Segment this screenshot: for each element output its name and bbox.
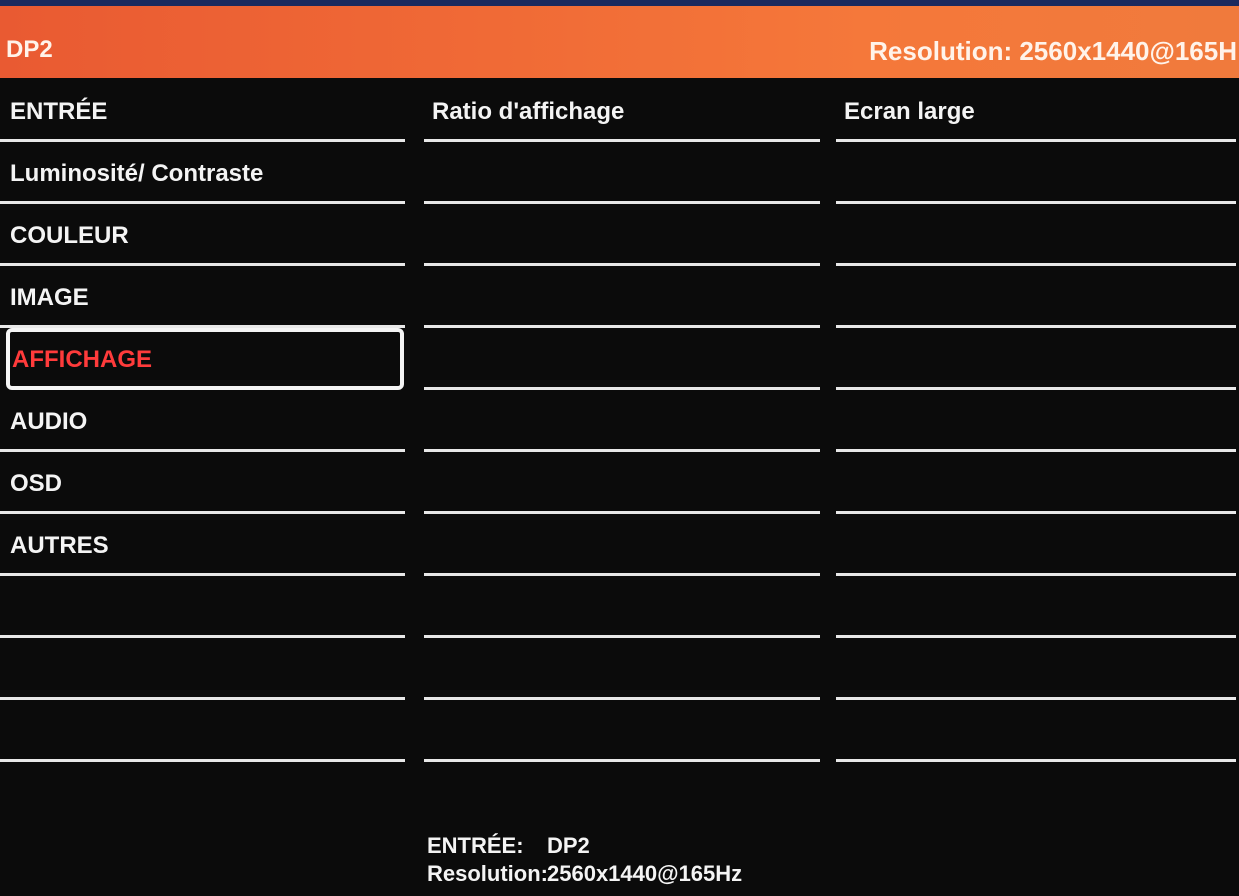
menu-item-audio[interactable]: AUDIO: [0, 390, 405, 452]
menu-item-empty: [0, 638, 405, 700]
option-empty: [836, 142, 1236, 204]
menu-item-affichage[interactable]: AFFICHAGE: [6, 328, 404, 390]
option-empty: [836, 514, 1236, 576]
submenu-item-empty: [424, 390, 820, 452]
option-empty: [836, 390, 1236, 452]
menu-item-label: ENTRÉE: [10, 98, 108, 125]
menu-item-label: AUTRES: [10, 532, 109, 559]
footer-resolution-value: 2560x1440@165Hz: [547, 861, 743, 886]
submenu-item-empty: [424, 452, 820, 514]
submenu-item-empty: [424, 142, 820, 204]
menu-item-autres[interactable]: AUTRES: [0, 514, 405, 576]
option-empty: [836, 638, 1236, 700]
current-input-label: DP2: [6, 36, 53, 63]
osd-header: DP2 Resolution: 2560x1440@165H: [0, 6, 1239, 78]
menu-item-entree[interactable]: ENTRÉE: [0, 80, 405, 142]
submenu-item-empty: [424, 204, 820, 266]
menu-item-label: Luminosité/ Contraste: [10, 160, 264, 187]
option-empty: [836, 328, 1236, 390]
options-column: Ecran large: [836, 80, 1236, 762]
footer-input-line: ENTRÉE: DP2: [427, 832, 742, 860]
submenu-item-empty: [424, 576, 820, 638]
option-label: Ecran large: [844, 98, 975, 125]
footer-resolution-line: Resolution:2560x1440@165Hz: [427, 860, 742, 888]
menu-item-empty: [0, 576, 405, 638]
submenu-item-empty: [424, 328, 820, 390]
footer-resolution-key: Resolution:: [427, 861, 548, 886]
menu-item-label: IMAGE: [10, 284, 89, 311]
submenu-item-empty: [424, 700, 820, 762]
resolution-label: Resolution: 2560x1440@165H: [869, 36, 1237, 66]
menu-item-luminosite-contraste[interactable]: Luminosité/ Contraste: [0, 142, 405, 204]
main-menu: ENTRÉE Luminosité/ Contraste COULEUR IMA…: [0, 80, 405, 762]
option-empty: [836, 576, 1236, 638]
submenu: Ratio d'affichage: [424, 80, 820, 762]
menu-item-label: AFFICHAGE: [12, 346, 152, 373]
option-empty: [836, 700, 1236, 762]
submenu-item-empty: [424, 638, 820, 700]
option-empty: [836, 266, 1236, 328]
menu-item-couleur[interactable]: COULEUR: [0, 204, 405, 266]
footer-input-key: ENTRÉE:: [427, 833, 524, 858]
submenu-item-label: Ratio d'affichage: [432, 98, 625, 125]
menu-item-label: OSD: [10, 470, 63, 497]
submenu-item-ratio-affichage[interactable]: Ratio d'affichage: [424, 80, 820, 142]
option-empty: [836, 204, 1236, 266]
status-footer: ENTRÉE: DP2 Resolution:2560x1440@165Hz: [427, 832, 742, 888]
footer-input-value: DP2: [547, 833, 590, 858]
option-empty: [836, 452, 1236, 514]
menu-item-empty: [0, 700, 405, 762]
menu-item-image[interactable]: IMAGE: [0, 266, 405, 328]
option-ecran-large[interactable]: Ecran large: [836, 80, 1236, 142]
menu-item-label: COULEUR: [10, 222, 129, 249]
submenu-item-empty: [424, 514, 820, 576]
submenu-item-empty: [424, 266, 820, 328]
menu-item-label: AUDIO: [10, 408, 88, 435]
menu-item-osd[interactable]: OSD: [0, 452, 405, 514]
